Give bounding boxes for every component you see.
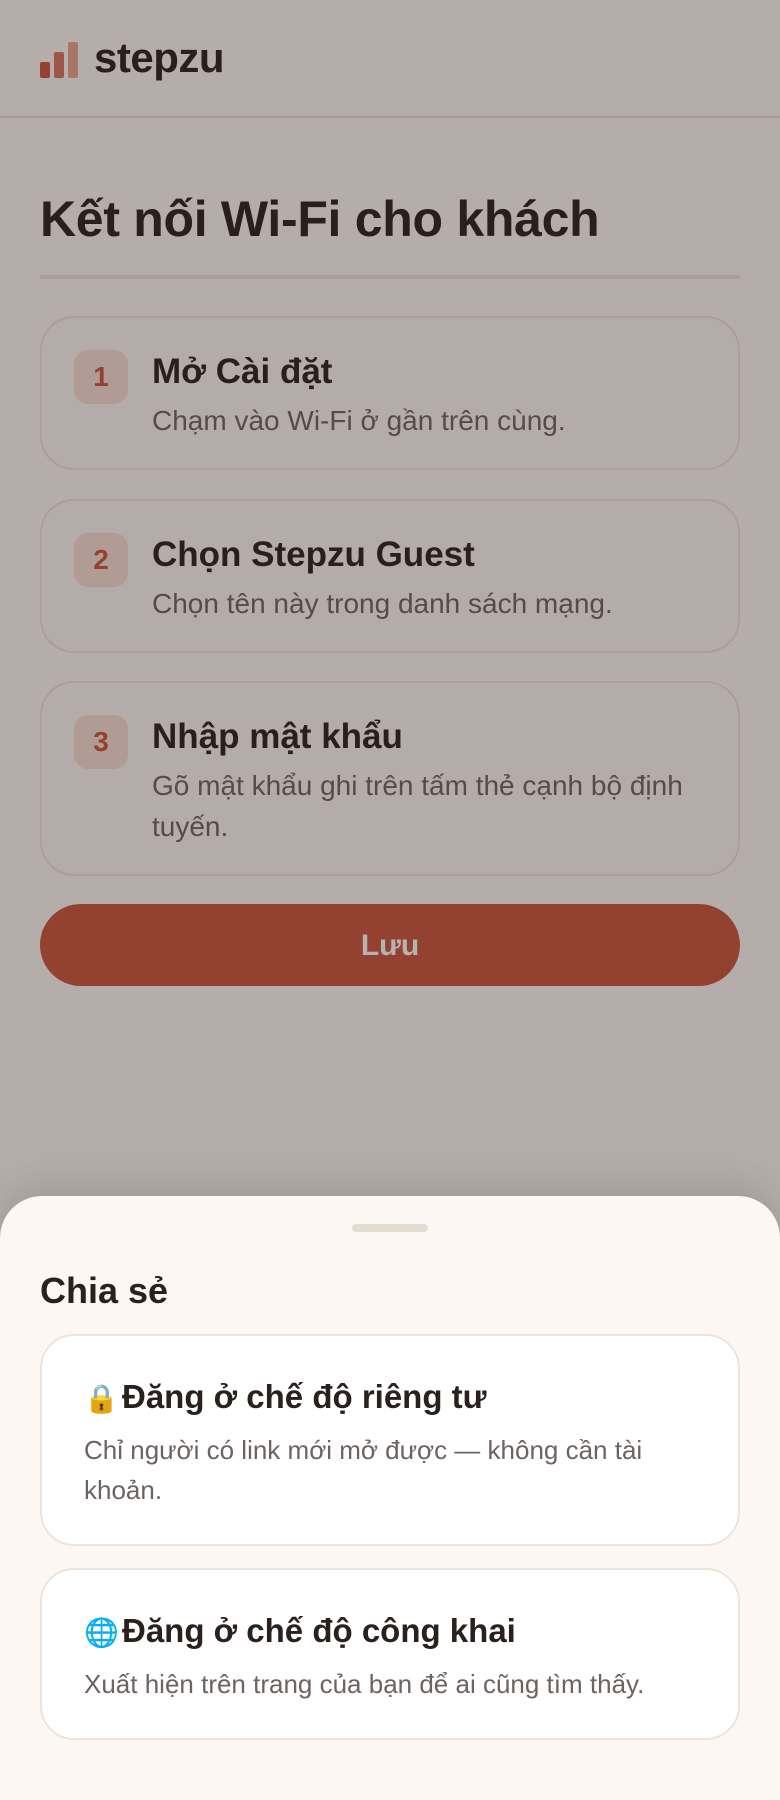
sheet-title: Chia sẻ [40, 1270, 169, 1311]
option-title: Đăng ở chế độ riêng tư [122, 1378, 487, 1415]
option-heading: 🔒Đăng ở chế độ riêng tư [84, 1378, 487, 1416]
globe-icon: 🌐 [84, 1616, 119, 1649]
option-title: Đăng ở chế độ công khai [122, 1612, 516, 1649]
option-description: Xuất hiện trên trang của bạn để ai cũng … [84, 1669, 645, 1699]
sheet-drag-handle[interactable] [352, 1224, 428, 1232]
option-description: Chỉ người có link mới mở được — không cầ… [84, 1435, 643, 1505]
share-bottom-sheet: Chia sẻ 🔒Đăng ở chế độ riêng tư Chỉ ngườ… [0, 1196, 780, 1800]
share-private-option[interactable]: 🔒Đăng ở chế độ riêng tư Chỉ người có lin… [40, 1334, 740, 1546]
share-public-option[interactable]: 🌐Đăng ở chế độ công khai Xuất hiện trên … [40, 1568, 740, 1740]
lock-icon: 🔒 [84, 1382, 119, 1415]
option-heading: 🌐Đăng ở chế độ công khai [84, 1612, 516, 1650]
